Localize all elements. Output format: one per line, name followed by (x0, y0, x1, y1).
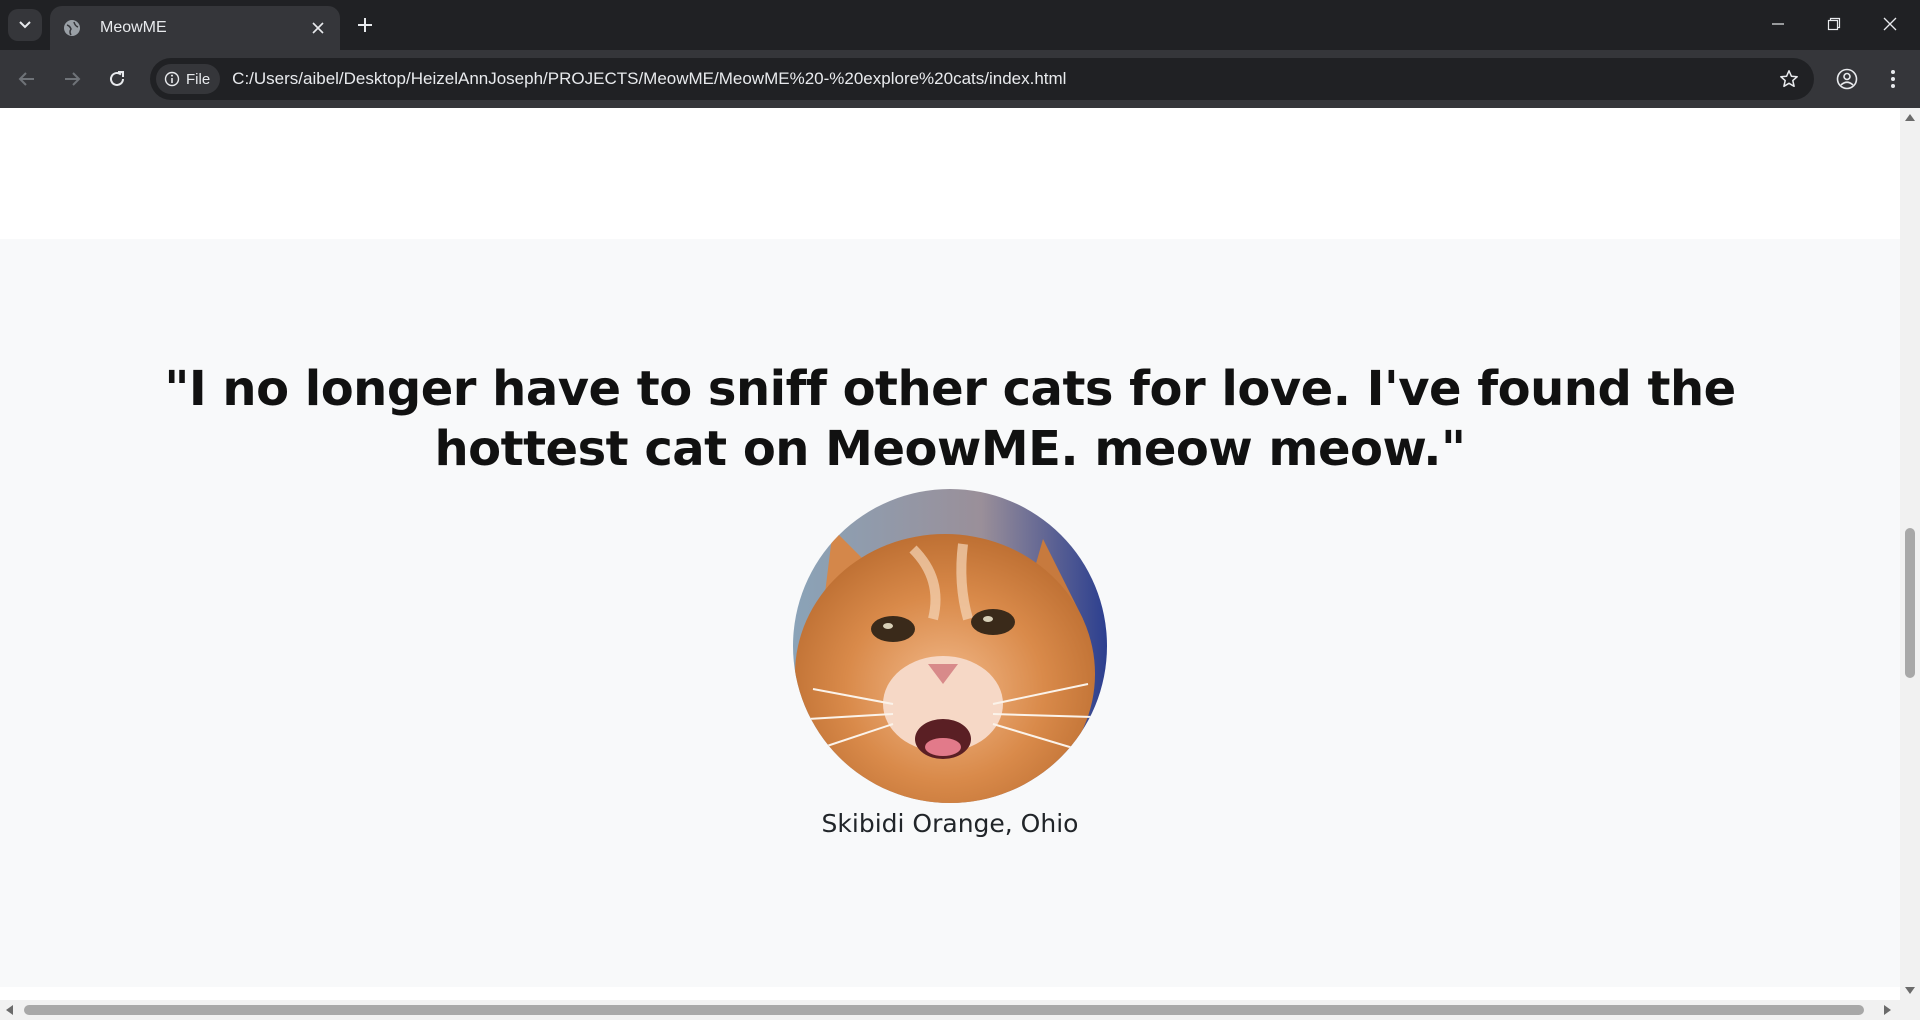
scroll-down-icon[interactable] (1905, 987, 1915, 994)
browser-toolbar: File C:/Users/aibel/Desktop/HeizelAnnJos… (0, 50, 1920, 108)
close-tab-icon[interactable] (308, 18, 328, 38)
tab-title: MeowME (100, 19, 167, 36)
page-top-section (0, 108, 1900, 239)
bookmark-button[interactable] (1772, 62, 1806, 96)
scroll-up-icon[interactable] (1905, 114, 1915, 121)
close-icon (1883, 17, 1897, 31)
menu-button[interactable] (1877, 63, 1909, 95)
page-viewport: "I no longer have to sniff other cats fo… (0, 108, 1920, 1020)
close-window-button[interactable] (1862, 0, 1918, 48)
testimonial-author: Skibidi Orange, Ohio (821, 809, 1079, 838)
address-bar[interactable]: File C:/Users/aibel/Desktop/HeizelAnnJos… (150, 58, 1814, 100)
testimonial-section: "I no longer have to sniff other cats fo… (0, 239, 1900, 987)
restore-icon (1827, 17, 1841, 31)
new-tab-button[interactable] (352, 12, 378, 38)
plus-icon (358, 18, 372, 32)
reload-icon (110, 71, 124, 86)
site-chip-label: File (186, 70, 211, 88)
scroll-right-icon[interactable] (1884, 1005, 1891, 1015)
site-info-chip[interactable]: File (156, 64, 221, 94)
profile-button[interactable] (1831, 63, 1863, 95)
tab-search-button[interactable] (8, 9, 42, 41)
info-icon (164, 71, 180, 87)
minimize-icon (1772, 23, 1784, 25)
cat-avatar (793, 489, 1107, 803)
back-button[interactable] (11, 63, 43, 95)
scroll-left-icon[interactable] (6, 1005, 13, 1015)
minimize-button[interactable] (1750, 0, 1806, 48)
horizontal-scroll-thumb[interactable] (24, 1005, 1864, 1015)
more-vert-icon (1891, 70, 1895, 88)
forward-arrow-icon (65, 72, 81, 86)
restore-button[interactable] (1806, 0, 1862, 48)
back-arrow-icon (18, 72, 34, 86)
reload-button[interactable] (101, 63, 133, 95)
star-icon (1780, 70, 1798, 88)
tab-meowme[interactable]: MeowME (50, 6, 340, 50)
globe-icon (62, 18, 82, 38)
testimonial-quote: "I no longer have to sniff other cats fo… (164, 361, 1736, 477)
chevron-down-icon (19, 21, 31, 29)
profile-icon (1836, 68, 1858, 90)
vertical-scroll-thumb[interactable] (1905, 528, 1915, 678)
tab-strip: MeowME (0, 0, 1920, 50)
vertical-scrollbar[interactable] (1900, 108, 1920, 1000)
forward-button[interactable] (56, 63, 88, 95)
url-text[interactable]: C:/Users/aibel/Desktop/HeizelAnnJoseph/P… (232, 69, 1772, 89)
horizontal-scrollbar[interactable] (0, 1000, 1920, 1020)
